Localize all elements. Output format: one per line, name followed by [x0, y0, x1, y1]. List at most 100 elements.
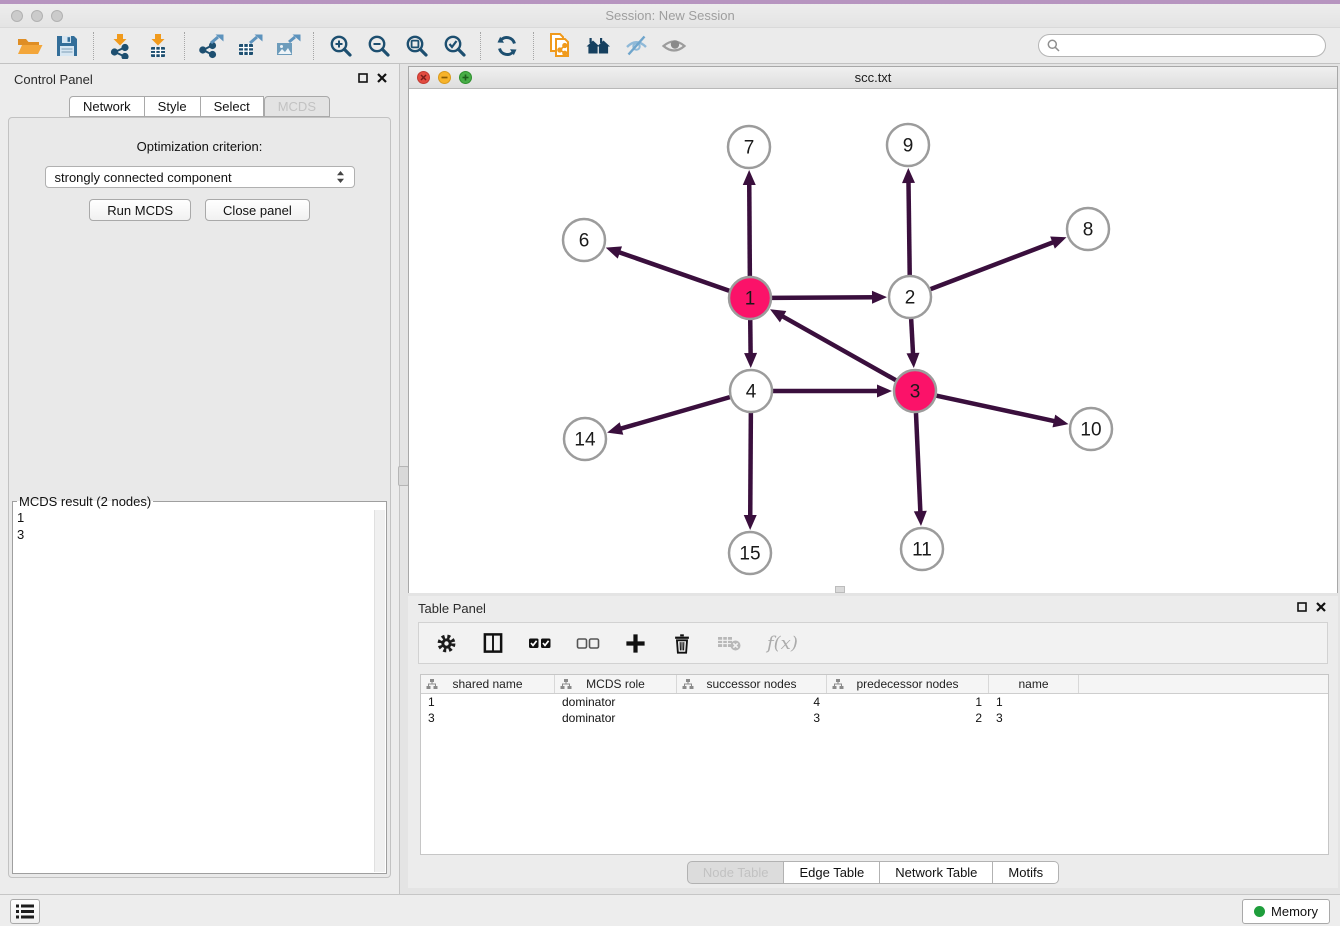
column-header-successor-nodes[interactable]: successor nodes: [677, 675, 827, 693]
cell-name[interactable]: 1: [989, 694, 1079, 710]
cell-predecessor-nodes[interactable]: 2: [827, 710, 989, 726]
memory-button[interactable]: Memory: [1242, 899, 1330, 924]
graph-node-14[interactable]: 14: [564, 418, 606, 460]
tab-select[interactable]: Select: [201, 96, 264, 117]
refresh-layout-icon[interactable]: [488, 31, 526, 61]
cell-shared-name[interactable]: 1: [421, 694, 555, 710]
criterion-select[interactable]: strongly connected component: [45, 166, 355, 188]
graph-edge-2-9[interactable]: [902, 168, 915, 275]
graph-edge-2-8[interactable]: [931, 236, 1067, 289]
network-minimize-button[interactable]: [438, 71, 451, 84]
tab-node-table[interactable]: Node Table: [687, 861, 785, 884]
graph-edge-3-10[interactable]: [937, 396, 1069, 428]
float-table-panel-icon[interactable]: [1297, 602, 1307, 612]
graph-node-9[interactable]: 9: [887, 124, 929, 166]
tab-mcds[interactable]: MCDS: [264, 96, 330, 117]
column-header-shared-name[interactable]: shared name: [421, 675, 555, 693]
delete-table-icon[interactable]: [717, 633, 743, 653]
tab-motifs[interactable]: Motifs: [993, 861, 1059, 884]
graph-node-11[interactable]: 11: [901, 528, 943, 570]
graph-edge-2-3[interactable]: [906, 319, 919, 368]
export-network-icon[interactable]: [192, 31, 230, 61]
deselect-all-checks-icon[interactable]: [576, 632, 600, 654]
column-header-predecessor-nodes[interactable]: predecessor nodes: [827, 675, 989, 693]
app-minimize-button[interactable]: [31, 10, 43, 22]
network-window-titlebar[interactable]: scc.txt: [409, 67, 1337, 89]
graph-node-10[interactable]: 10: [1070, 408, 1112, 450]
mcds-result-text[interactable]: 1 3: [17, 509, 372, 871]
zoom-fit-icon[interactable]: [397, 31, 435, 61]
network-zoom-button[interactable]: [459, 71, 472, 84]
result-scrollbar[interactable]: [374, 510, 385, 872]
graph-node-6[interactable]: 6: [563, 219, 605, 261]
cell-shared-name[interactable]: 3: [421, 710, 555, 726]
column-header-name[interactable]: name: [989, 675, 1079, 693]
network-close-button[interactable]: [417, 71, 430, 84]
app-close-button[interactable]: [11, 10, 23, 22]
task-history-button[interactable]: [10, 899, 40, 924]
float-panel-icon[interactable]: [358, 73, 368, 83]
export-table-icon[interactable]: [230, 31, 268, 61]
delete-column-icon[interactable]: [671, 632, 693, 655]
export-image-icon[interactable]: [268, 31, 306, 61]
graph-node-1[interactable]: 1: [729, 277, 771, 319]
svg-text:14: 14: [574, 430, 596, 451]
column-header-mcds-role[interactable]: MCDS role: [555, 675, 677, 693]
network-canvas[interactable]: 7 9 6 8 1 2 4 3 14 10 15 11: [409, 89, 1337, 593]
table-row[interactable]: 1 dominator 4 1 1: [421, 694, 1328, 710]
cell-mcds-role[interactable]: dominator: [555, 710, 677, 726]
first-neighbors-icon[interactable]: [579, 31, 617, 61]
graph-edge-1-7[interactable]: [743, 170, 756, 276]
graph-edge-3-11[interactable]: [914, 413, 927, 526]
horizontal-splitter-handle[interactable]: [835, 586, 845, 593]
attribute-settings-icon[interactable]: [435, 632, 458, 655]
graph-edge-4-14[interactable]: [607, 397, 730, 435]
close-panel-icon[interactable]: [377, 73, 387, 83]
tab-style[interactable]: Style: [145, 96, 201, 117]
table-row[interactable]: 3 dominator 3 2 3: [421, 710, 1328, 726]
app-titlebar[interactable]: Session: New Session: [0, 4, 1340, 28]
function-builder-icon[interactable]: f(x): [767, 633, 798, 654]
toggle-panel-columns-icon[interactable]: [482, 632, 504, 654]
graph-node-8[interactable]: 8: [1067, 208, 1109, 250]
graph-edge-1-4[interactable]: [744, 320, 757, 368]
tab-network-table[interactable]: Network Table: [880, 861, 993, 884]
close-table-panel-icon[interactable]: [1316, 602, 1326, 612]
graph-node-4[interactable]: 4: [730, 370, 772, 412]
graph-node-2[interactable]: 2: [889, 276, 931, 318]
zoom-in-icon[interactable]: [321, 31, 359, 61]
graph-edge-1-2[interactable]: [772, 291, 887, 304]
open-session-icon[interactable]: [10, 31, 48, 61]
network-from-file-icon[interactable]: [541, 31, 579, 61]
select-all-checks-icon[interactable]: [528, 632, 552, 654]
tab-network[interactable]: Network: [69, 96, 145, 117]
graph-edge-4-15[interactable]: [744, 413, 757, 530]
graph-edge-3-1[interactable]: [770, 309, 896, 380]
graph-node-3[interactable]: 3: [894, 370, 936, 412]
run-mcds-button[interactable]: Run MCDS: [89, 199, 191, 221]
hide-selected-icon[interactable]: [617, 31, 655, 61]
show-all-icon[interactable]: [655, 31, 693, 61]
zoom-selected-icon[interactable]: [435, 31, 473, 61]
status-bar: Memory: [0, 894, 1340, 926]
cell-successor-nodes[interactable]: 4: [677, 694, 827, 710]
save-session-icon[interactable]: [48, 31, 86, 61]
app-zoom-button[interactable]: [51, 10, 63, 22]
search-input[interactable]: [1065, 38, 1317, 53]
import-network-icon[interactable]: [101, 31, 139, 61]
add-column-icon[interactable]: [624, 632, 647, 655]
zoom-out-icon[interactable]: [359, 31, 397, 61]
graph-edge-1-6[interactable]: [606, 246, 730, 290]
cell-successor-nodes[interactable]: 3: [677, 710, 827, 726]
import-table-icon[interactable]: [139, 31, 177, 61]
close-panel-button[interactable]: Close panel: [205, 199, 310, 221]
graph-edge-4-3[interactable]: [773, 385, 892, 398]
cell-predecessor-nodes[interactable]: 1: [827, 694, 989, 710]
graph-node-7[interactable]: 7: [728, 126, 770, 168]
graph-node-15[interactable]: 15: [729, 532, 771, 574]
cell-mcds-role[interactable]: dominator: [555, 694, 677, 710]
cell-name[interactable]: 3: [989, 710, 1079, 726]
select-chevrons-icon: [336, 170, 345, 184]
tab-edge-table[interactable]: Edge Table: [784, 861, 880, 884]
mcds-result-group: MCDS result (2 nodes) 1 3: [12, 494, 387, 874]
